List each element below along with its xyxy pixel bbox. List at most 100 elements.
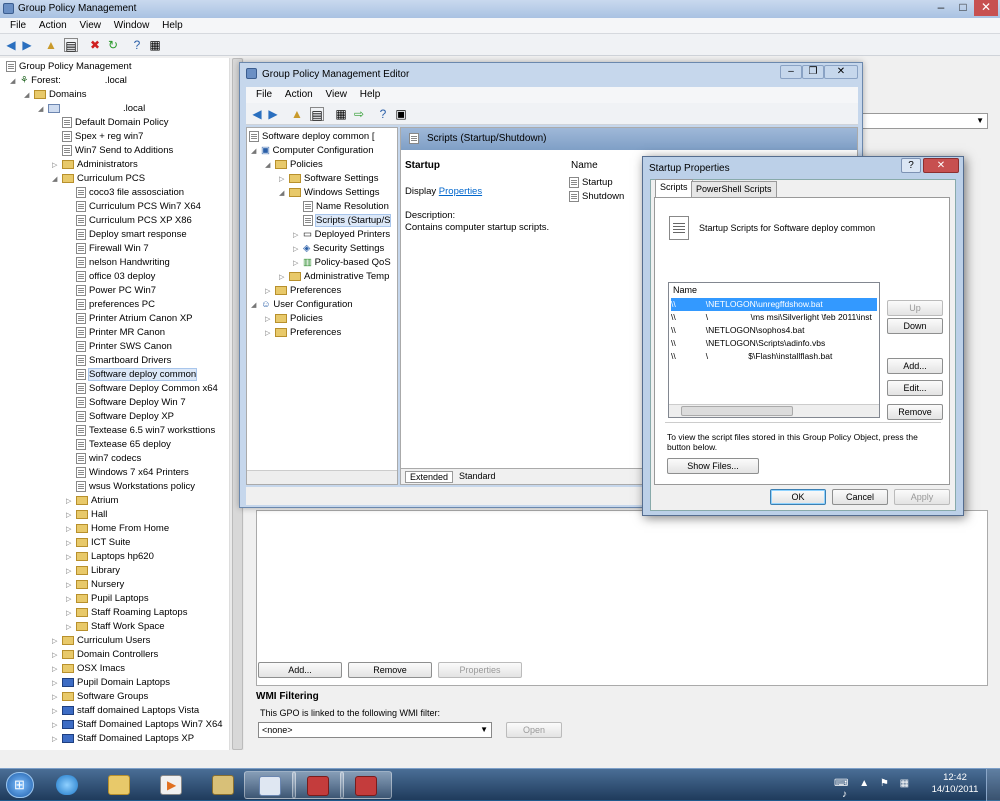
scripts-list[interactable]: Name \\ \NETLOGON\unregffdshow.bat \\ \ \m… xyxy=(668,282,880,418)
back-icon[interactable]: ◀ xyxy=(250,107,264,121)
editor-tree-admin-templates[interactable]: ▷ Administrative Temp xyxy=(279,270,389,284)
tree-gpo-link[interactable]: Software Deploy XP xyxy=(66,410,174,424)
editor-tree-deployed-printers[interactable]: ▷ ▭ Deployed Printers xyxy=(293,228,390,242)
tree-ou[interactable]: ▷ Staff Work Space xyxy=(66,620,165,634)
menu-view[interactable]: View xyxy=(79,18,101,31)
tree-ou[interactable]: ▷ Curriculum Users xyxy=(52,634,150,648)
maximize-button[interactable]: □ xyxy=(952,0,974,16)
minimize-button[interactable]: – xyxy=(930,0,952,16)
tree-ou[interactable]: ▷ Home From Home xyxy=(66,522,169,536)
tree-ou[interactable]: ▷ ICT Suite xyxy=(66,536,130,550)
editor-menu-action[interactable]: Action xyxy=(285,87,313,100)
ok-button[interactable]: OK xyxy=(770,489,826,505)
tree-ou[interactable]: ▷ Staff Domained Laptops XP xyxy=(52,732,194,746)
add-button[interactable]: Add... xyxy=(258,662,342,678)
tree-ou[interactable]: ▷ OSX Imacs xyxy=(52,662,125,676)
tree-gpo-link[interactable]: Software Deploy Common x64 xyxy=(66,382,218,396)
name-column-header[interactable]: Name xyxy=(673,285,697,295)
tree-gpo-link[interactable]: Software Deploy Win 7 xyxy=(66,396,186,410)
script-row[interactable]: \\ \NETLOGON\sophos4.bat xyxy=(671,324,804,337)
tab-extended[interactable]: Extended xyxy=(405,471,454,483)
show-tree-icon[interactable]: ▤ xyxy=(310,107,324,122)
scripts-list-hscroll[interactable] xyxy=(669,404,879,417)
back-icon[interactable]: ◀ xyxy=(4,38,18,52)
tree-ou[interactable]: ▷ Pupil Laptops xyxy=(66,592,149,606)
editor-tree-computer[interactable]: ◢ ▣ Computer Configuration xyxy=(251,144,373,158)
editor-tree-security-settings[interactable]: ▷ ◈ Security Settings xyxy=(293,242,384,256)
tree-ou[interactable]: ▷ Atrium xyxy=(66,494,118,508)
script-row[interactable]: \\ \ \ms msi\Silverlight \feb 2011\inst xyxy=(671,311,872,324)
taskbar-media-player[interactable]: ▶ xyxy=(146,771,198,799)
tree-gpo-link[interactable]: Textease 6.5 win7 worksttions xyxy=(66,424,215,438)
startup-item[interactable]: Startup xyxy=(569,176,613,190)
properties-icon[interactable]: ▣ xyxy=(394,107,408,121)
tree-ou[interactable]: ▷ Domain Controllers xyxy=(52,648,158,662)
dialog-close-button[interactable]: ✕ xyxy=(923,158,959,173)
tree-domain[interactable]: ◢ .local xyxy=(38,102,145,116)
clock[interactable]: 12:42 14/10/2011 xyxy=(930,772,980,796)
cancel-button[interactable]: Cancel xyxy=(832,489,888,505)
editor-close-button[interactable]: ✕ xyxy=(824,65,858,79)
properties-button[interactable]: Properties xyxy=(438,662,522,678)
editor-tree-name-resolution[interactable]: Name Resolution xyxy=(293,200,389,214)
taskbar-gpm[interactable] xyxy=(292,771,344,799)
tree-gpo-link[interactable]: preferences PC xyxy=(66,298,155,312)
editor-tree-user[interactable]: ◢ ☺ User Configuration xyxy=(251,298,353,312)
tree-gpo-link[interactable]: coco3 file assosciation xyxy=(66,186,184,200)
editor-menu-file[interactable]: File xyxy=(256,87,272,100)
start-button[interactable]: ⊞ xyxy=(6,772,34,798)
tree-gpo-link[interactable]: Printer SWS Canon xyxy=(66,340,172,354)
network-icon[interactable]: ▦ xyxy=(900,778,909,789)
tab-scripts[interactable]: Scripts xyxy=(655,179,693,197)
editor-tree-root[interactable]: Software deploy common [ xyxy=(249,130,374,144)
taskbar-explorer[interactable] xyxy=(94,771,146,799)
script-row-selected[interactable]: \\ \NETLOGON\unregffdshow.bat xyxy=(671,298,877,311)
show-files-button[interactable]: Show Files... xyxy=(667,458,759,474)
editor-menu-help[interactable]: Help xyxy=(360,87,381,100)
editor-minimize-button[interactable]: – xyxy=(780,65,802,79)
open-button[interactable]: Open xyxy=(506,722,562,738)
list-icon[interactable]: ▦ xyxy=(334,107,348,121)
remove-button[interactable]: Remove xyxy=(348,662,432,678)
flag-icon[interactable]: ⚑ xyxy=(880,778,889,789)
editor-tree-preferences[interactable]: ▷ Preferences xyxy=(265,284,341,298)
tab-standard[interactable]: Standard xyxy=(455,471,500,481)
remove-script-button[interactable]: Remove xyxy=(887,404,943,420)
tree-gpo-link[interactable]: win7 codecs xyxy=(66,452,141,466)
editor-tree-windows-settings[interactable]: ◢ Windows Settings xyxy=(279,186,380,200)
export-icon[interactable]: ⇨ xyxy=(352,107,366,121)
tree-gpo-link[interactable]: Default Domain Policy xyxy=(52,116,168,130)
scope-dropdown[interactable]: ▼ xyxy=(856,113,988,129)
volume-icon[interactable]: ♪ xyxy=(842,789,847,800)
tree-gpo-link[interactable]: Firewall Win 7 xyxy=(66,242,149,256)
tree-ou-administrators[interactable]: ▷ Administrators xyxy=(52,158,138,172)
help-icon[interactable]: ? xyxy=(130,38,144,52)
menu-action[interactable]: Action xyxy=(39,18,67,31)
tree-ou[interactable]: ▷ Staff Roaming Laptops xyxy=(66,606,187,620)
tree-ou[interactable]: ▷ Nursery xyxy=(66,578,124,592)
shutdown-item[interactable]: Shutdown xyxy=(569,190,624,204)
tree-gpo-link[interactable]: Curriculum PCS Win7 X64 xyxy=(66,200,201,214)
up-folder-icon[interactable]: ▲ xyxy=(44,38,58,52)
editor-tree-qos[interactable]: ▷ ▥ Policy-based QoS xyxy=(293,256,391,270)
properties-icon[interactable]: ▦ xyxy=(148,38,162,52)
up-button[interactable]: Up xyxy=(887,300,943,316)
delete-icon[interactable]: ✖ xyxy=(88,38,102,52)
editor-tree-u-policies[interactable]: ▷ Policies xyxy=(265,312,323,326)
tree-gpo-link[interactable]: Printer Atrium Canon XP xyxy=(66,312,193,326)
keyboard-icon[interactable]: ⌨ xyxy=(834,778,848,789)
script-row[interactable]: \\ \NETLOGON\Scripts\adinfo.vbs xyxy=(671,337,825,350)
tree-gpo-link[interactable]: Smartboard Drivers xyxy=(66,354,171,368)
forward-icon[interactable]: ▶ xyxy=(20,38,34,52)
name-column-header[interactable]: Name xyxy=(571,160,598,171)
tree-gpo-link[interactable]: Printer MR Canon xyxy=(66,326,165,340)
tree-ou[interactable]: ▷ Library xyxy=(66,564,120,578)
dialog-help-button[interactable]: ? xyxy=(901,158,921,173)
down-button[interactable]: Down xyxy=(887,318,943,334)
tree-gpo-link[interactable]: nelson Handwriting xyxy=(66,256,170,270)
up-folder-icon[interactable]: ▲ xyxy=(290,107,304,121)
add-script-button[interactable]: Add... xyxy=(887,358,943,374)
tree-domains[interactable]: ◢ Domains xyxy=(24,88,87,102)
editor-tree-u-preferences[interactable]: ▷ Preferences xyxy=(265,326,341,340)
tree-gpo-link[interactable]: Windows 7 x64 Printers xyxy=(66,466,189,480)
